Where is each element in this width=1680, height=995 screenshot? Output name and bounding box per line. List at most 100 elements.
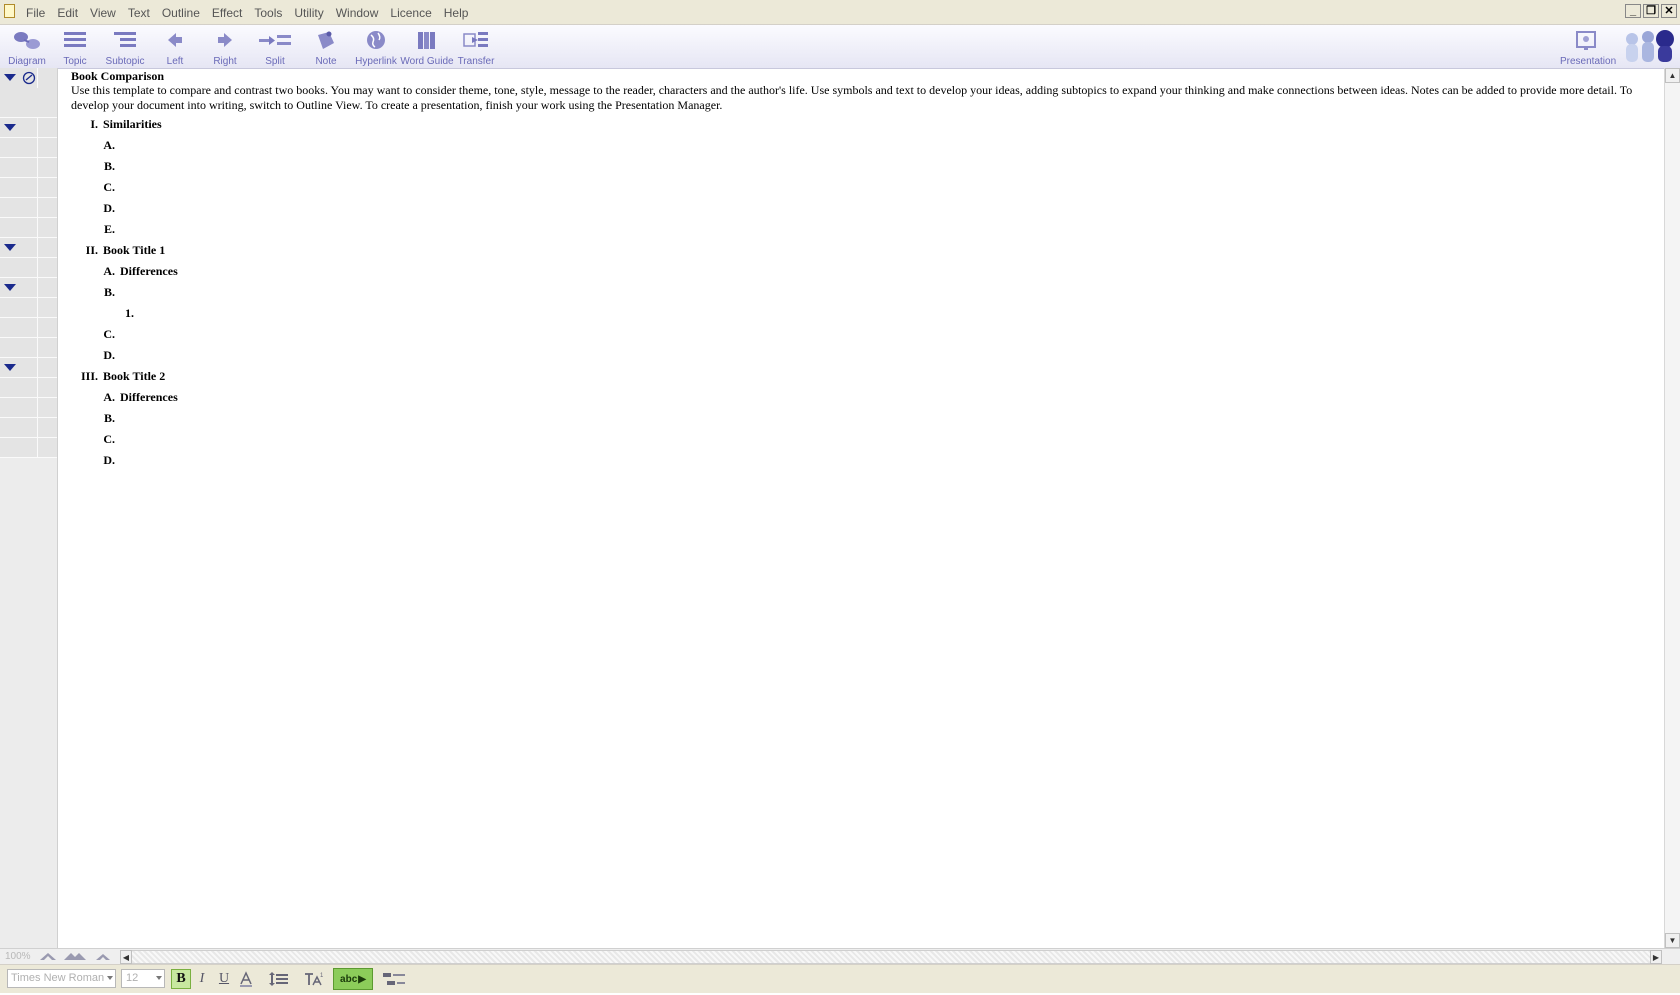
outline-item-text[interactable]: Book Title 2 [103, 369, 165, 383]
line-spacing-button[interactable] [268, 969, 288, 989]
collapse-triangle-icon[interactable] [4, 244, 16, 251]
outline-item-text[interactable]: Book Title 1 [103, 243, 165, 257]
minimize-icon: _ [1629, 4, 1637, 17]
menu-help[interactable]: Help [438, 0, 475, 24]
menu-licence[interactable]: Licence [384, 0, 437, 24]
outline-item[interactable]: B. [85, 285, 120, 300]
line-spacing-icon [269, 972, 288, 986]
close-button[interactable]: ✕ [1661, 4, 1677, 18]
outline-item-number: C. [103, 180, 115, 194]
document-title[interactable]: Book Comparison [71, 69, 164, 84]
expand-all-icon[interactable] [94, 950, 112, 962]
outline-item-number: D. [103, 348, 115, 362]
outline-item[interactable]: C. [85, 327, 120, 342]
scroll-down-button[interactable]: ▼ [1665, 933, 1680, 948]
horizontal-scrollbar[interactable]: ◀ ▶ [120, 950, 1662, 964]
font-size-value: 12 [126, 972, 139, 984]
menu-tools[interactable]: Tools [248, 0, 288, 24]
minimize-button[interactable]: _ [1625, 4, 1641, 18]
text-color-icon [240, 971, 252, 987]
menu-utility[interactable]: Utility [288, 0, 329, 24]
restore-button[interactable]: ❐ [1643, 4, 1659, 18]
arrow-right-icon: ▶ [358, 973, 366, 985]
outline-item[interactable]: D. [85, 453, 120, 468]
topic-label: Topic [63, 56, 87, 67]
presentation-button[interactable]: Presentation [1560, 27, 1616, 67]
outline-item-text[interactable]: Differences [120, 390, 178, 404]
transfer-button[interactable]: Transfer [449, 27, 503, 67]
app-icon [4, 4, 15, 18]
collapse-triangle-icon[interactable] [4, 124, 16, 131]
menu-outline[interactable]: Outline [156, 0, 206, 24]
menu-file[interactable]: File [20, 0, 51, 24]
right-label: Right [213, 56, 237, 67]
italic-button[interactable]: I [192, 969, 212, 989]
text-color-button[interactable] [236, 969, 256, 989]
menu-window[interactable]: Window [330, 0, 385, 24]
gutter-row [0, 398, 57, 418]
split-button[interactable]: Split [248, 27, 302, 67]
hyperlink-button[interactable]: Hyperlink [349, 27, 403, 67]
menu-text[interactable]: Text [122, 0, 156, 24]
font-size-adjust-button[interactable]: 1 [303, 969, 323, 989]
note-icon[interactable] [22, 71, 36, 85]
outline-item[interactable]: C. [85, 432, 120, 447]
scroll-up-button[interactable]: ▲ [1665, 68, 1680, 83]
outline-item[interactable]: I. Similarities [68, 117, 162, 132]
expand-level-icon[interactable] [62, 950, 88, 962]
outline-item[interactable]: B. [85, 411, 120, 426]
outline-item[interactable]: III. Book Title 2 [68, 369, 165, 384]
outline-item[interactable]: A. Differences [85, 264, 178, 279]
diagram-button[interactable]: Diagram [0, 27, 54, 67]
menu-view[interactable]: View [84, 0, 122, 24]
vertical-scrollbar[interactable]: ▲ ▼ [1664, 68, 1680, 948]
zoom-level: 100% [5, 951, 31, 962]
collapse-triangle-icon[interactable] [4, 284, 16, 291]
collapse-triangle-icon[interactable] [4, 364, 16, 371]
document-note[interactable]: Use this template to compare and contras… [71, 83, 1661, 113]
formatting-toolbar: Times New Roman 12 B I U 1 abc ▶ [0, 964, 1680, 993]
outline-item-number: D. [103, 201, 115, 215]
gutter-row [0, 298, 57, 318]
menu-edit[interactable]: Edit [51, 0, 84, 24]
outline-item[interactable]: D. [85, 201, 120, 216]
outline-item[interactable]: II. Book Title 1 [68, 243, 166, 258]
left-button[interactable]: Left [148, 27, 202, 67]
outline-item[interactable]: E. [85, 222, 120, 237]
scroll-right-button[interactable]: ▶ [1650, 950, 1662, 964]
gutter-row-title [0, 68, 57, 118]
word-guide-label: Word Guide [400, 56, 454, 67]
transfer-label: Transfer [457, 56, 495, 67]
bold-button[interactable]: B [171, 969, 191, 989]
outline-item-text[interactable]: Differences [120, 264, 178, 278]
outline-item[interactable]: B. [85, 159, 120, 174]
font-size-icon: 1 [305, 973, 323, 986]
spell-check-button[interactable]: abc ▶ [333, 968, 373, 990]
outline-item[interactable]: 1. [104, 306, 139, 321]
scroll-left-button[interactable]: ◀ [120, 950, 132, 964]
topic-button[interactable]: Topic [48, 27, 102, 67]
note-icon [318, 31, 334, 49]
outline-item[interactable]: C. [85, 180, 120, 195]
underline-button[interactable]: U [214, 969, 234, 989]
right-button[interactable]: Right [198, 27, 252, 67]
outline-item-text[interactable]: Similarities [103, 117, 162, 131]
font-size-select[interactable]: 12 [121, 969, 165, 988]
outline-gutter [0, 68, 58, 948]
collapse-triangle-icon[interactable] [4, 74, 16, 81]
collapse-all-icon[interactable] [38, 950, 58, 962]
font-family-select[interactable]: Times New Roman [7, 969, 116, 988]
presentation-icon [1576, 31, 1596, 50]
outline-item-number: II. [85, 243, 98, 257]
outline-options-button[interactable] [381, 969, 407, 994]
word-guide-button[interactable]: Word Guide [400, 27, 454, 67]
subtopic-button[interactable]: Subtopic [98, 27, 152, 67]
chevron-down-icon [107, 976, 113, 980]
menu-effect[interactable]: Effect [206, 0, 248, 24]
outline-item[interactable]: A. Differences [85, 390, 178, 405]
note-button[interactable]: Note [299, 27, 353, 67]
outline-item[interactable]: A. [85, 138, 120, 153]
topic-icon [64, 32, 86, 47]
outline-view[interactable]: Book Comparison Use this template to com… [58, 68, 1662, 948]
outline-item[interactable]: D. [85, 348, 120, 363]
